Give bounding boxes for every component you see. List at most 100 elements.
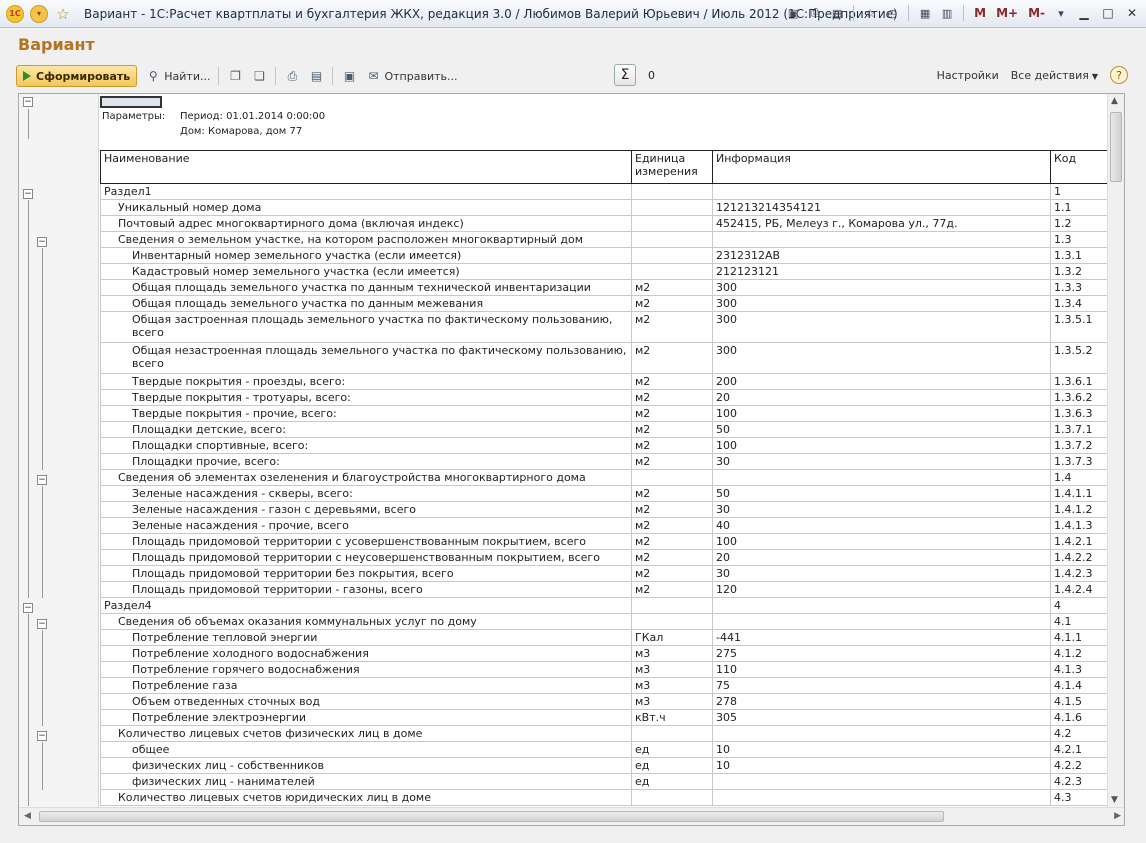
memory-plus-button[interactable]: M+	[993, 4, 1021, 22]
cell-info[interactable]: 275	[712, 645, 1051, 662]
cell-code[interactable]: 1.2	[1050, 215, 1108, 232]
cell-name[interactable]: физических лиц - нанимателей	[100, 773, 632, 790]
cell-unit[interactable]	[631, 247, 713, 264]
cell-name[interactable]: Площадки спортивные, всего:	[100, 437, 632, 454]
table-row[interactable]: Инвентарный номер земельного участка (ес…	[100, 247, 1108, 264]
cell-name[interactable]: общее	[100, 741, 632, 758]
cell-code[interactable]: 1.3.4	[1050, 295, 1108, 312]
table-row[interactable]: Площадь придомовой территории с усоверше…	[100, 533, 1108, 550]
cell-name[interactable]: Раздел4	[100, 597, 632, 614]
cell-info[interactable]: 20	[712, 549, 1051, 566]
print-preview-button[interactable]: ▤	[308, 65, 324, 87]
all-actions-menu[interactable]: Все действия ▼	[1011, 69, 1098, 82]
cell-unit[interactable]	[631, 469, 713, 486]
cell-name[interactable]: Площадь придомовой территории без покрыт…	[100, 565, 632, 582]
table-row[interactable]: Твердые покрытия - проезды, всего: м2 200 1…	[100, 373, 1108, 390]
cell-code[interactable]: 4.1.2	[1050, 645, 1108, 662]
cell-name[interactable]: Зеленые насаждения - газон с деревьями, …	[100, 501, 632, 518]
cell-name[interactable]: Общая застроенная площадь земельного уча…	[100, 311, 632, 343]
cell-info[interactable]	[712, 469, 1051, 486]
cell-name[interactable]: Потребление тепловой энергии	[100, 629, 632, 646]
scroll-down-icon[interactable]: ▼	[1111, 795, 1118, 805]
cell-info[interactable]	[712, 183, 1051, 200]
sum-button[interactable]: Σ	[614, 64, 636, 86]
cell-info[interactable]	[712, 231, 1051, 248]
cell-unit[interactable]: м2	[631, 437, 713, 454]
cell-name[interactable]: Твердые покрытия - тротуары, всего:	[100, 389, 632, 406]
cell-unit[interactable]	[631, 613, 713, 630]
generate-button[interactable]: Сформировать	[16, 65, 138, 87]
minimize-icon[interactable]: ▁	[1074, 4, 1094, 22]
save-icon[interactable]: ▣	[784, 4, 802, 22]
cell-code[interactable]: 1.4.2.2	[1050, 549, 1108, 566]
table-row[interactable]: Общая площадь земельного участка по данн…	[100, 295, 1108, 312]
cell-name[interactable]: Общая площадь земельного участка по данн…	[100, 295, 632, 312]
save-button[interactable]: ▣	[341, 65, 357, 87]
vertical-scroll-thumb[interactable]	[1110, 112, 1122, 182]
memory-minus-button[interactable]: M-	[1025, 4, 1048, 22]
cell-unit[interactable]: м3	[631, 677, 713, 694]
cell-code[interactable]: 1.3	[1050, 231, 1108, 248]
table-row[interactable]: Почтовый адрес многоквартирного дома (вк…	[100, 215, 1108, 232]
cell-name[interactable]: Площадь придомовой территории с усоверше…	[100, 533, 632, 550]
find-button[interactable]: ⚲ Найти...	[145, 65, 211, 87]
cell-name[interactable]: Твердые покрытия - проезды, всего:	[100, 373, 632, 390]
cell-name[interactable]: Потребление электроэнергии	[100, 709, 632, 726]
cell-name[interactable]: Кадастровый номер земельного участка (ес…	[100, 263, 632, 280]
table-row[interactable]: Потребление холодного водоснабжения м3 275…	[100, 645, 1108, 662]
table-row[interactable]: Уникальный номер дома 121213214354121 1.1	[100, 199, 1108, 216]
table-row[interactable]: Площадки спортивные, всего: м2 100 1.3.7.2	[100, 437, 1108, 454]
cell-code[interactable]: 1.4.2.4	[1050, 581, 1108, 598]
table-row[interactable]: Количество лицевых счетов физических лиц…	[100, 725, 1108, 742]
cell-code[interactable]: 4.2	[1050, 725, 1108, 742]
table-row[interactable]: Сведения о земельном участке, на котором…	[100, 231, 1108, 248]
cell-info[interactable]	[712, 725, 1051, 742]
table-row[interactable]: Общая незастроенная площадь земельного у…	[100, 342, 1108, 374]
table-row[interactable]: Сведения об элементах озеленения и благо…	[100, 469, 1108, 486]
collapse-icon[interactable]: −	[23, 97, 33, 107]
cell-name[interactable]: Уникальный номер дома	[100, 199, 632, 216]
horizontal-scrollbar[interactable]: ◀ ▶	[19, 807, 1124, 825]
table-row[interactable]: Общая площадь земельного участка по данн…	[100, 279, 1108, 296]
cell-info[interactable]: 40	[712, 517, 1051, 534]
cell-code[interactable]: 1.3.6.3	[1050, 405, 1108, 422]
send-button[interactable]: ✉ Отправить...	[365, 65, 457, 87]
cell-name[interactable]: Площадь придомовой территории - газоны, …	[100, 581, 632, 598]
table-row[interactable]: Площадки прочие, всего: м2 30 1.3.7.3	[100, 453, 1108, 470]
cell-info[interactable]: 30	[712, 501, 1051, 518]
cell-info[interactable]	[712, 613, 1051, 630]
cell-unit[interactable]: м2	[631, 565, 713, 582]
cell-info[interactable]	[712, 597, 1051, 614]
cell-unit[interactable]: м2	[631, 311, 713, 343]
cell-info[interactable]	[712, 773, 1051, 790]
cell-info[interactable]: 300	[712, 279, 1051, 296]
cell-code[interactable]: 4.2.2	[1050, 757, 1108, 774]
cell-unit[interactable]	[631, 725, 713, 742]
cell-code[interactable]: 1.3.6.2	[1050, 389, 1108, 406]
app-logo-icon[interactable]: 1С	[6, 4, 24, 23]
table-row[interactable]: Зеленые насаждения - газон с деревьями, …	[100, 501, 1108, 518]
cell-code[interactable]: 4.1.1	[1050, 629, 1108, 646]
cell-code[interactable]: 1.1	[1050, 199, 1108, 216]
cell-name[interactable]: Почтовый адрес многоквартирного дома (вк…	[100, 215, 632, 232]
cell-name[interactable]: Потребление холодного водоснабжения	[100, 645, 632, 662]
cell-info[interactable]: 30	[712, 565, 1051, 582]
cell-code[interactable]: 4.1.6	[1050, 709, 1108, 726]
table-row[interactable]: Потребление электроэнергии кВт.ч 305 4.1.6	[100, 709, 1108, 726]
cell-name[interactable]: Сведения об элементах озеленения и благо…	[100, 469, 632, 486]
cell-code[interactable]: 1.3.5.2	[1050, 342, 1108, 374]
table-row[interactable]: Зеленые насаждения - скверы, всего: м2 50 1…	[100, 485, 1108, 502]
cell-name[interactable]: Зеленые насаждения - скверы, всего:	[100, 485, 632, 502]
cell-info[interactable]: 2312312АВ	[712, 247, 1051, 264]
cell-unit[interactable]: м2	[631, 453, 713, 470]
cell-name[interactable]: Потребление газа	[100, 677, 632, 694]
cell-unit[interactable]: м3	[631, 693, 713, 710]
collapse-icon[interactable]: −	[23, 189, 33, 199]
report-document[interactable]: − − − − − − − Параметры: Период: 01.01.2014 0…	[18, 93, 1125, 826]
cell-info[interactable]: 121213214354121	[712, 199, 1051, 216]
cell-code[interactable]: 1.4.1.3	[1050, 517, 1108, 534]
table-row[interactable]: Кадастровый номер земельного участка (ес…	[100, 263, 1108, 280]
cell-unit[interactable]: м2	[631, 581, 713, 598]
cell-code[interactable]: 1.3.7.3	[1050, 453, 1108, 470]
close-icon[interactable]: ✕	[1122, 4, 1142, 22]
